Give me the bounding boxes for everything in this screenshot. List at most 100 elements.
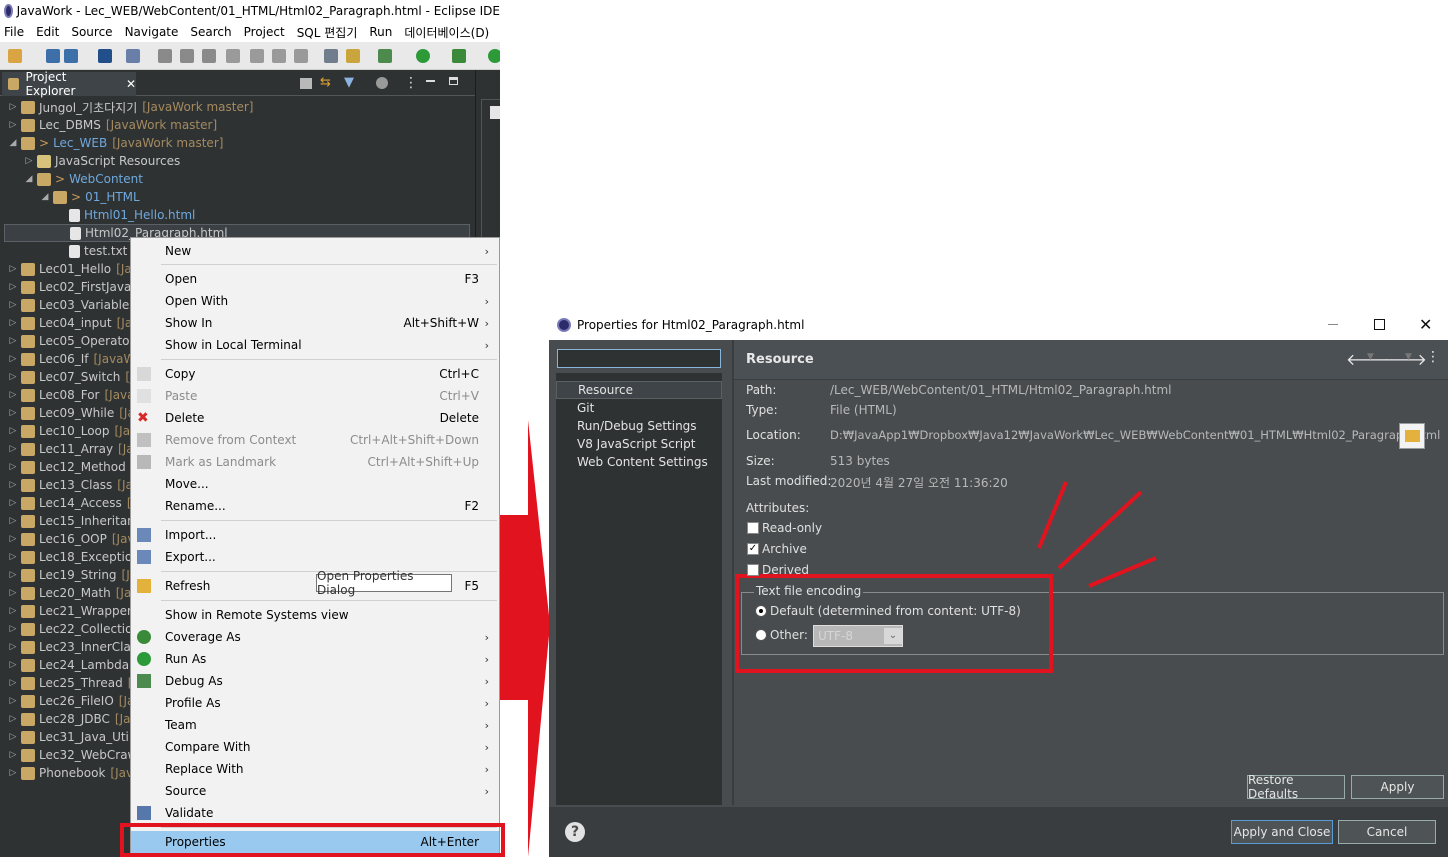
nav-item-web-content-settings[interactable]: Web Content Settings [556,453,722,471]
tree-item[interactable]: ▷ Phonebook [Jav [8,764,134,782]
apply-and-close-button[interactable]: Apply and Close [1231,820,1333,844]
expand-toggle-icon[interactable]: ▷ [8,444,18,454]
tree-item[interactable]: ▷ Lec09_While [Ja [8,404,135,422]
maximize-icon[interactable] [449,77,458,85]
tree-item[interactable]: ▷ Lec01_Hello [Jav [8,260,139,278]
terminate-icon[interactable] [202,49,216,63]
menu-item-mark-as-landmark[interactable]: Mark as Landmark Ctrl+Alt+Shift+Up [131,451,499,473]
menu-item-show-in-remote-systems-view[interactable]: Show in Remote Systems view [131,604,499,626]
resume-icon[interactable] [158,49,172,63]
expand-toggle-icon[interactable]: ▷ [8,696,18,706]
tree-item[interactable]: ▷ JavaScript Resources [24,152,181,170]
expand-toggle-icon[interactable]: ▷ [8,282,18,292]
tree-item[interactable]: ▷Lec12_Method[Ja [8,458,147,476]
expand-toggle-icon[interactable]: ▷ [8,534,18,544]
forward-menu-icon[interactable]: ▼ [1405,352,1412,362]
menu-item-paste[interactable]: Paste Ctrl+V [131,385,499,407]
terminal-icon[interactable] [98,49,112,63]
expand-toggle-icon[interactable]: ▷ [8,102,18,112]
menu-3[interactable]: Navigate [125,25,179,39]
menu-item-validate[interactable]: Validate [131,802,499,824]
menu-item-debug-as[interactable]: Debug As › [131,670,499,692]
tree-item[interactable]: ◢ > Lec_WEB [JavaWork master] [8,134,224,152]
tree-item[interactable]: ▷Lec14_Access[J [8,494,136,512]
tree-item[interactable]: ▷Lec25_Thread[J [8,674,136,692]
step-return-icon[interactable] [294,49,308,63]
step-into-icon[interactable] [250,49,264,63]
view-menu-icon[interactable]: ⋮ [404,75,418,91]
expand-toggle-icon[interactable]: ▷ [8,714,18,724]
nav-item-resource[interactable]: Resource [556,381,722,399]
expand-toggle-icon[interactable]: ▷ [8,318,18,328]
attr-label[interactable]: Read-only [762,521,822,535]
tree-item[interactable]: ▷ Lec03_Variables [8,296,136,314]
expand-toggle-icon[interactable]: ▷ [8,624,18,634]
run-icon[interactable] [416,49,430,63]
menu-item-copy[interactable]: Copy Ctrl+C [131,363,499,385]
menu-item-profile-as[interactable]: Profile As › [131,692,499,714]
expand-toggle-icon[interactable]: ▷ [8,390,18,400]
expand-toggle-icon[interactable]: ▷ [8,570,18,580]
menu-item-export[interactable]: Export... [131,546,499,568]
expand-toggle-icon[interactable]: ▷ [8,336,18,346]
expand-toggle-icon[interactable]: ◢ [8,138,18,148]
save-icon[interactable] [46,49,60,63]
menu-5[interactable]: Project [244,25,285,39]
collapse-all-icon[interactable] [300,78,312,89]
close-icon[interactable]: ✕ [1419,315,1432,334]
menu-4[interactable]: Search [190,25,231,39]
expand-toggle-icon[interactable]: ▷ [8,300,18,310]
tree-item[interactable]: Html01_Hello.html [56,206,195,224]
expand-toggle-icon[interactable]: ▷ [8,660,18,670]
tree-item[interactable]: ▷ Jungol_기초다지기 [JavaWork master] [8,98,254,116]
expand-toggle-icon[interactable]: ▷ [8,372,18,382]
dialog-sash[interactable] [732,340,734,805]
nav-item-run-debug-settings[interactable]: Run/Debug Settings [556,417,722,435]
tree-item[interactable]: ▷Lec19_String[Ja [8,566,138,584]
attr-label[interactable]: Archive [762,542,807,556]
tab-project-explorer[interactable]: Project Explorer ✕ [2,70,136,98]
disconnect-icon[interactable] [226,49,240,63]
expand-toggle-icon[interactable]: ▷ [8,408,18,418]
expand-toggle-icon[interactable]: ▷ [8,732,18,742]
nav-item-v8-javascript-script[interactable]: V8 JavaScript Script [556,435,722,453]
menu-item-rename[interactable]: Rename... F2 [131,495,499,517]
expand-toggle-icon[interactable]: ▷ [8,120,18,130]
debug-icon[interactable] [378,49,392,63]
tree-item[interactable]: ▷ Lec13_Class [Jav [8,476,140,494]
tree-item[interactable]: ▷ Lec08_For [Java [8,386,135,404]
show-in-explorer-button[interactable] [1399,423,1425,449]
close-icon[interactable]: ✕ [126,77,136,91]
view-menu-icon[interactable]: ⋮ [1426,349,1440,365]
menu-item-new[interactable]: New › [131,240,499,262]
menu-item-source[interactable]: Source › [131,780,499,802]
minimize-icon[interactable] [1328,324,1338,325]
menu-item-compare-with[interactable]: Compare With › [131,736,499,758]
tree-item[interactable]: ▷ Lec26_FileIO [Ja [8,692,135,710]
menu-1[interactable]: Edit [36,25,59,39]
expand-toggle-icon[interactable]: ▷ [24,156,34,166]
expand-toggle-icon[interactable]: ▷ [8,642,18,652]
attr-checkbox-derived[interactable] [747,564,759,576]
menu-7[interactable]: Run [369,25,392,39]
tree-item[interactable]: ▷ Lec20_Math [Jav [8,584,139,602]
tree-item[interactable]: ▷ Lec10_Loop [Jav [8,422,138,440]
menu-item-open-with[interactable]: Open With › [131,290,499,312]
tree-item[interactable]: ▷ Lec04_input [Jav [8,314,140,332]
link-with-editor-icon[interactable]: ⇆ [320,76,334,90]
tree-item[interactable]: ◢ > WebContent [24,170,143,188]
tree-item[interactable]: ▷Lec07_Switch[J [8,368,134,386]
attr-label[interactable]: Derived [762,563,809,577]
expand-toggle-icon[interactable]: ▷ [8,552,18,562]
expand-toggle-icon[interactable]: ◢ [40,192,50,202]
menu-item-delete[interactable]: ✖ Delete Delete [131,407,499,429]
tree-item[interactable]: ▷ Lec11_Array [Ja [8,440,134,458]
expand-toggle-icon[interactable]: ▷ [8,606,18,616]
menu-item-replace-with[interactable]: Replace With › [131,758,499,780]
nav-item-git[interactable]: Git [556,399,722,417]
attr-checkbox-archive[interactable]: ✓ [747,543,759,555]
menu-item-import[interactable]: Import... [131,524,499,546]
menu-item-team[interactable]: Team › [131,714,499,736]
menu-8[interactable]: 데이터베이스(D) [404,24,489,41]
menu-item-move[interactable]: Move... [131,473,499,495]
